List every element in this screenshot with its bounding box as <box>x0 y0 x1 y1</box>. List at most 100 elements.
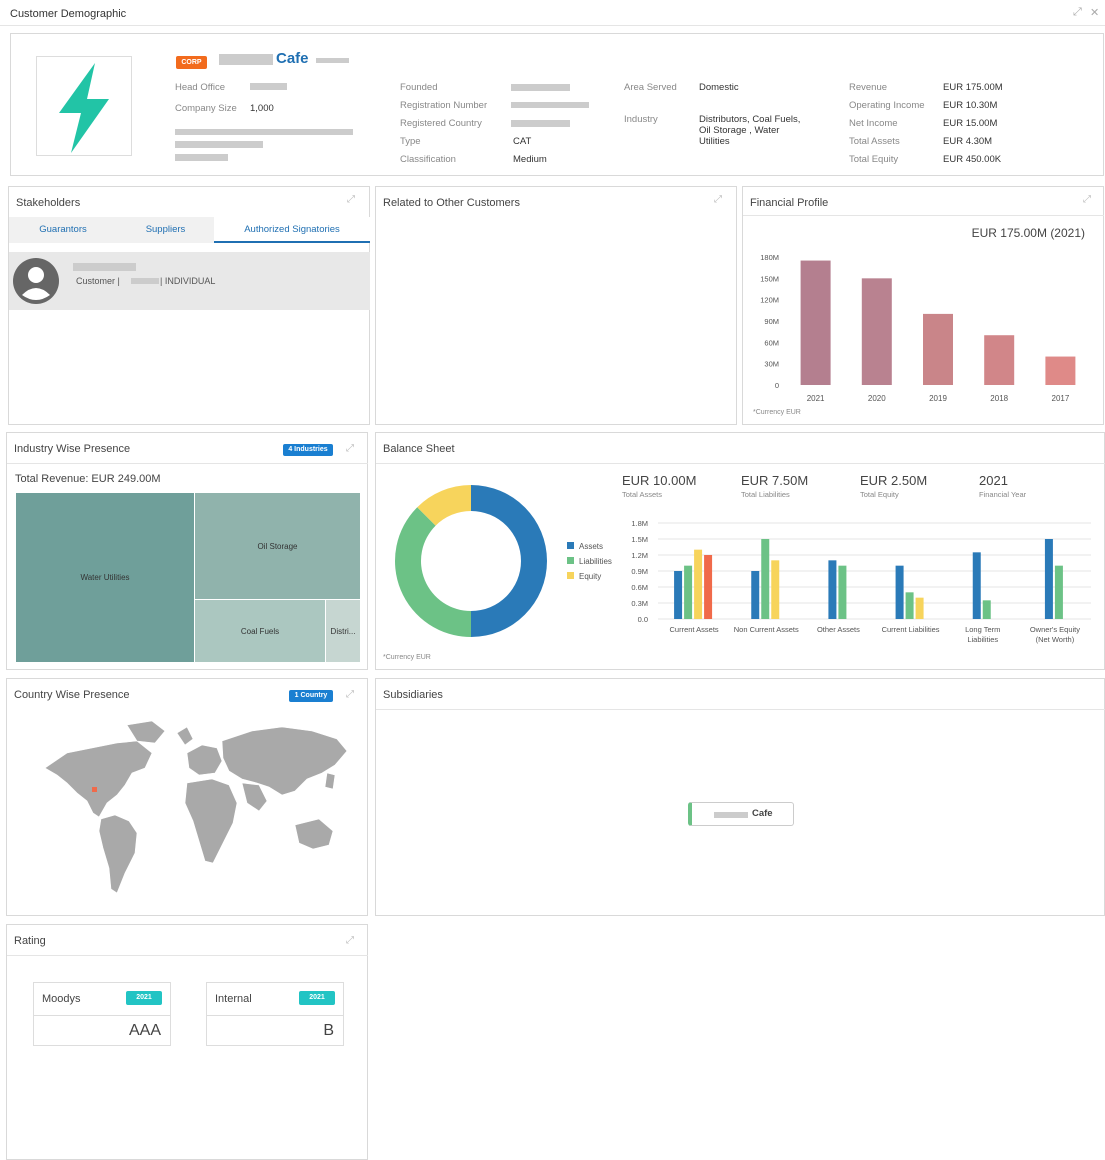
rating-card-internal[interactable]: Internal 2021 B <box>206 982 344 1046</box>
type-label: Type <box>400 136 421 147</box>
treemap-tile-oil-storage[interactable]: Oil Storage <box>195 493 360 599</box>
avatar-icon <box>13 258 59 304</box>
operating-income-label: Operating Income <box>849 100 925 111</box>
tab-suppliers[interactable]: Suppliers <box>117 217 214 243</box>
balance-bar-chart: 0.0 0.3M 0.6M 0.9M 1.2M 1.5M 1.8M Current Asset… <box>631 519 1091 644</box>
x-tick-label: 2020 <box>868 394 886 403</box>
company-name: Cafe <box>276 50 309 67</box>
expand-icon[interactable]: ⤢ <box>347 195 357 205</box>
expand-icon[interactable]: ⤢ <box>714 195 724 205</box>
bar <box>1045 356 1076 385</box>
rating-card-moodys[interactable]: Moodys 2021 AAA <box>33 982 171 1046</box>
total-equity-value: EUR 450.00K <box>943 154 1002 165</box>
y-tick-label: 1.2M <box>631 551 648 560</box>
redacted-subsidiary-name <box>714 812 748 818</box>
kpi-total-assets: EUR 10.00M Total Assets <box>622 473 696 499</box>
bar <box>674 571 683 619</box>
treemap-label: Distri... <box>330 627 356 636</box>
subsidiaries-panel: Subsidiaries Cafe <box>375 678 1105 916</box>
total-equity-label: Total Equity <box>849 154 899 165</box>
legend-label: Liabilities <box>579 557 612 566</box>
treemap-tile-water-utilities[interactable]: Water Utilities <box>16 493 194 662</box>
y-tick-label: 0.3M <box>631 599 648 608</box>
stakeholder-role-prefix: Customer | <box>76 276 120 286</box>
treemap-label: Water Utilities <box>80 573 130 582</box>
kpi-total-liabilities: EUR 7.50M Total Liabilities <box>741 473 808 499</box>
registered-country-label: Registered Country <box>400 118 482 129</box>
legend-swatch <box>567 572 574 579</box>
bar <box>982 600 991 619</box>
y-tick-label: 0 <box>775 381 779 390</box>
world-map[interactable] <box>37 713 357 913</box>
bar <box>895 565 904 619</box>
revenue-label: Revenue <box>849 82 888 93</box>
y-tick-label: 150M <box>760 274 779 283</box>
window-titlebar: Customer Demographic ⤢ ✕ <box>0 0 1105 26</box>
x-tick-label: 2017 <box>1052 394 1070 403</box>
expand-icon[interactable]: ⤢ <box>346 444 356 454</box>
y-tick-label: 30M <box>764 360 779 369</box>
stakeholder-list-item[interactable]: Customer | | INDIVIDUAL <box>9 252 370 310</box>
expand-icon[interactable]: ⤢ <box>346 690 356 700</box>
area-served-value: Domestic <box>699 82 739 93</box>
balance-footnote: *Currency EUR <box>383 654 431 661</box>
bar <box>800 260 831 385</box>
y-tick-label: 1.8M <box>631 519 648 528</box>
industry-presence-title: Industry Wise Presence <box>14 443 131 455</box>
redacted-name <box>219 54 273 65</box>
kpi-label: Financial Year <box>979 490 1027 499</box>
bar <box>751 571 760 619</box>
bar <box>684 565 693 619</box>
tab-authorized-signatories[interactable]: Authorized Signatories <box>214 217 370 243</box>
kpi-total-equity: EUR 2.50M Total Equity <box>860 473 927 499</box>
rating-divider <box>7 955 368 956</box>
x-tick-label: Long Term <box>965 625 1000 634</box>
subsidiaries-title: Subsidiaries <box>383 689 443 701</box>
rating-card-divider <box>34 1015 170 1016</box>
bar <box>1054 565 1063 619</box>
redacted-stakeholder-name <box>73 263 136 271</box>
legend-label: Equity <box>579 572 601 581</box>
x-tick-label: 2019 <box>929 394 947 403</box>
expand-icon[interactable]: ⤢ <box>1083 195 1093 205</box>
treemap-tile-coal-fuels[interactable]: Coal Fuels <box>195 600 325 662</box>
bar <box>915 597 924 619</box>
redacted-stakeholder-id <box>131 278 159 284</box>
y-tick-label: 0.6M <box>631 583 648 592</box>
bar <box>905 592 914 619</box>
rating-year-badge: 2021 <box>299 991 335 1005</box>
legend-swatch <box>567 557 574 564</box>
total-assets-label: Total Assets <box>849 136 900 147</box>
industry-total-revenue: Total Revenue: EUR 249.00M <box>15 473 161 485</box>
subsidiary-node[interactable]: Cafe <box>688 802 794 826</box>
registration-label: Registration Number <box>400 100 488 111</box>
close-icon[interactable]: ✕ <box>1090 6 1099 19</box>
treemap-tile-distributors[interactable]: Distri... <box>326 600 360 662</box>
redacted-registration <box>511 102 589 108</box>
rating-title: Rating <box>14 935 46 947</box>
related-customers-panel: Related to Other Customers ⤢ <box>375 186 737 425</box>
redacted-address-1 <box>175 129 353 135</box>
y-tick-label: 60M <box>764 338 779 347</box>
kpi-financial-year: 2021 Financial Year <box>979 473 1026 499</box>
financial-footnote: *Currency EUR <box>753 409 801 416</box>
total-assets-value: EUR 4.30M <box>943 136 993 147</box>
bar <box>838 565 847 619</box>
financial-headline: EUR 175.00M (2021) <box>971 226 1085 240</box>
expand-icon[interactable]: ⤢ <box>346 936 356 946</box>
kpi-label: Total Equity <box>860 490 899 499</box>
financial-profile-panel: Financial Profile ⤢ EUR 175.00M (2021) 0… <box>742 186 1104 425</box>
stakeholders-panel: Stakeholders ⤢ Guarantors Suppliers Auth… <box>8 186 370 425</box>
redacted-address-2 <box>175 141 263 148</box>
balance-donut-chart <box>395 485 547 637</box>
y-tick-label: 90M <box>764 317 779 326</box>
bar <box>828 560 837 619</box>
head-office-label: Head Office <box>175 82 225 93</box>
x-tick-label: Current Assets <box>669 625 718 634</box>
restore-icon[interactable]: ⤢ <box>1073 6 1082 19</box>
bar <box>861 278 892 385</box>
related-customers-title: Related to Other Customers <box>383 197 520 209</box>
tab-guarantors[interactable]: Guarantors <box>9 217 117 243</box>
financial-bar-chart: 0 30M 60M 90M 120M 150M 180M 2021 2020 2019 2018 20… <box>760 253 1076 403</box>
company-size-label: Company Size <box>175 103 237 114</box>
